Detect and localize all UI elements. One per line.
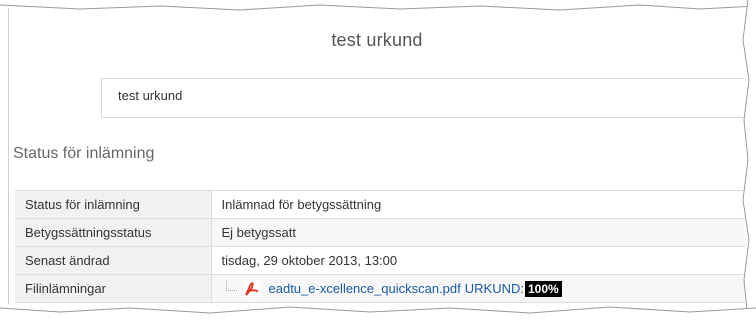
grading-status-label: Betygssättningsstatus (15, 218, 212, 247)
submission-status-heading: Status för inlämning (13, 145, 155, 162)
assignment-description: test urkund (118, 88, 183, 103)
last-modified-value: tisdag, 29 oktober 2013, 13:00 (211, 246, 745, 275)
grading-status-value: Ej betygssatt (211, 218, 745, 247)
table-row: Senast ändrad tisdag, 29 oktober 2013, 1… (15, 246, 745, 275)
pdf-icon (243, 280, 261, 298)
file-submission-item: eadtu_e-xcellence_quickscan.pdf URKUND: … (222, 279, 746, 299)
screenshot-frame: test urkund test urkund Status för inläm… (0, 0, 756, 320)
table-row: Status för inlämning Inlämnad för betygs… (15, 190, 745, 219)
urkund-score-badge[interactable]: 100% (524, 280, 562, 297)
last-modified-label: Senast ändrad (15, 246, 212, 275)
table-row: Betygssättningsstatus Ej betygssatt (15, 218, 745, 247)
submission-status-table: Status för inlämning Inlämnad för betygs… (15, 190, 745, 303)
assignment-title: test urkund (331, 30, 423, 50)
file-submissions-value: eadtu_e-xcellence_quickscan.pdf URKUND: … (211, 274, 746, 303)
pdf-file-link[interactable]: eadtu_e-xcellence_quickscan.pdf (269, 281, 461, 296)
tree-connector (225, 280, 237, 291)
status-value: Inlämnad för betygssättning (211, 190, 745, 219)
urkund-label: URKUND: (464, 281, 524, 296)
table-row: Filinlämningar eadtu_e-xcellence_quicksc… (15, 274, 746, 303)
file-submissions-label: Filinlämningar (15, 274, 212, 303)
status-label: Status för inlämning (15, 190, 212, 219)
assignment-description-box: test urkund (101, 78, 745, 118)
assignment-page: test urkund test urkund Status för inläm… (8, 8, 745, 304)
